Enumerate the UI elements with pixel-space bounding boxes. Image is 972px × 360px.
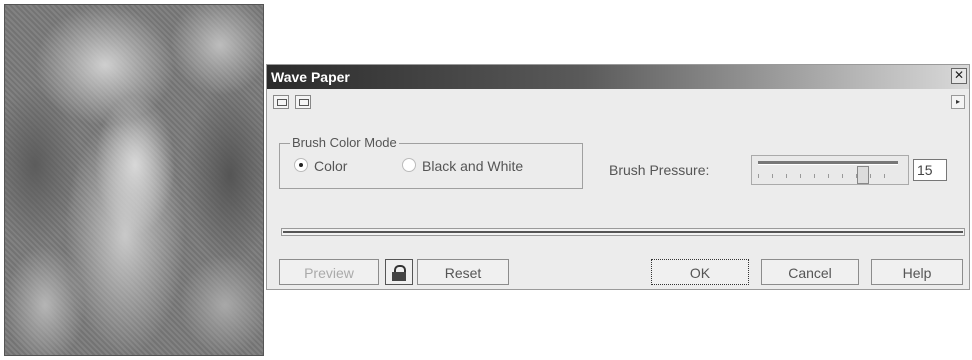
preview-image — [4, 4, 264, 356]
slider-ticks — [758, 174, 898, 178]
single-preview-icon[interactable] — [295, 95, 311, 109]
wave-paper-dialog: Wave Paper ✕ ▸ Brush Color Mode Color Bl… — [266, 64, 970, 290]
help-button[interactable]: Help — [871, 259, 963, 285]
black-and-white-radio[interactable] — [402, 158, 416, 172]
split-preview-icon[interactable] — [273, 95, 289, 109]
color-radio-label[interactable]: Color — [314, 158, 347, 174]
chevron-right-icon: ▸ — [955, 97, 960, 106]
brush-pressure-label: Brush Pressure: — [609, 162, 710, 178]
brush-pressure-slider[interactable] — [751, 155, 909, 185]
ok-button[interactable]: OK — [651, 259, 749, 285]
color-radio[interactable] — [294, 158, 308, 172]
flyout-menu-button[interactable]: ▸ — [951, 95, 965, 109]
close-button[interactable]: ✕ — [951, 68, 967, 84]
title-bar[interactable]: Wave Paper ✕ — [267, 65, 969, 89]
reset-button[interactable]: Reset — [417, 259, 509, 285]
preview-button[interactable]: Preview — [279, 259, 379, 285]
dialog-title: Wave Paper — [271, 69, 350, 85]
lock-preview-button[interactable] — [385, 259, 413, 285]
slider-thumb[interactable] — [857, 166, 869, 184]
brush-pressure-value[interactable]: 15 — [913, 159, 947, 181]
close-icon: ✕ — [953, 68, 965, 82]
progress-fill — [283, 231, 963, 233]
slider-track — [758, 161, 898, 165]
progress-bar — [281, 228, 965, 236]
brush-color-mode-group: Brush Color Mode Color Black and White — [279, 135, 583, 189]
cancel-button[interactable]: Cancel — [761, 259, 859, 285]
black-and-white-radio-label[interactable]: Black and White — [422, 158, 523, 174]
brush-color-mode-legend: Brush Color Mode — [290, 135, 399, 150]
